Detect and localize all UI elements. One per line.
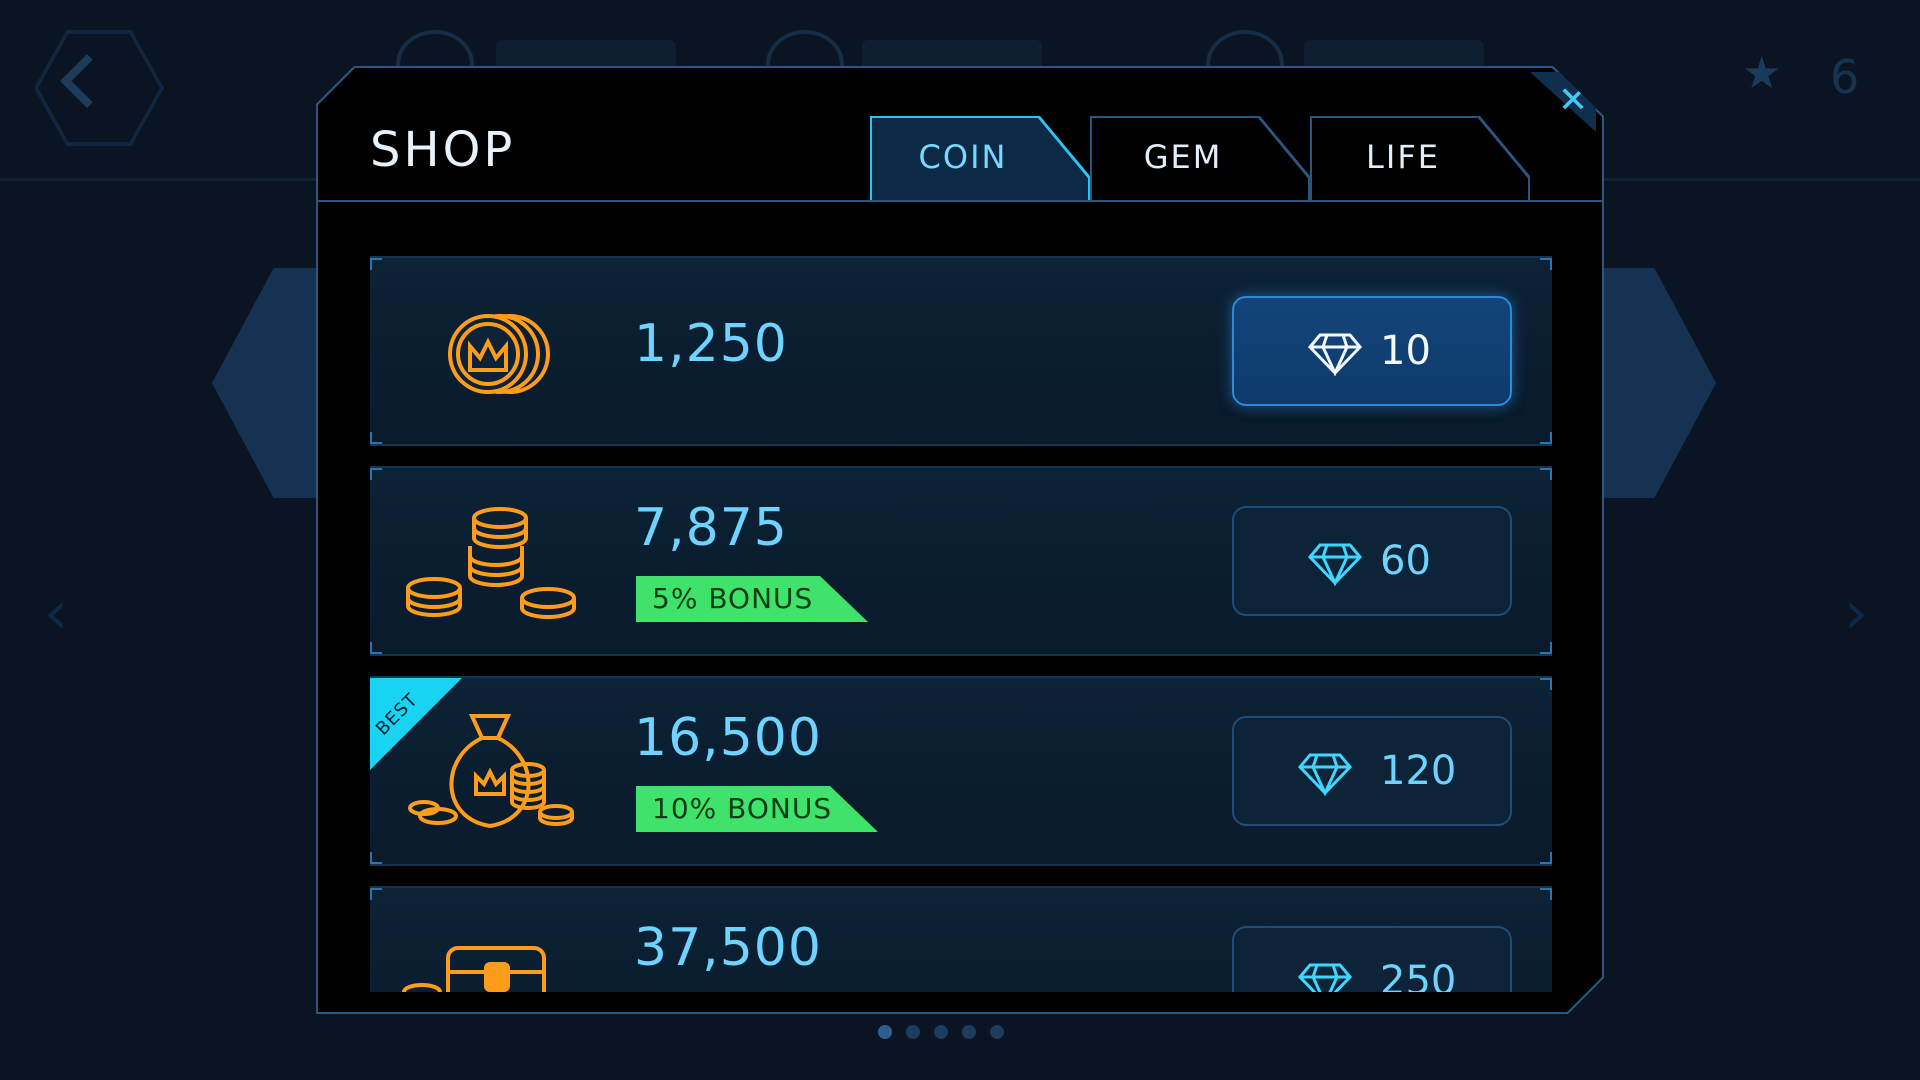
offer-row: 1,250 10	[370, 256, 1552, 446]
price-label: 250	[1380, 958, 1457, 992]
price-label: 60	[1380, 538, 1431, 584]
page-dot[interactable]	[990, 1025, 1004, 1039]
tab-coin[interactable]: COIN	[870, 116, 1090, 200]
star-icon: ★	[1742, 48, 1782, 99]
diamond-icon	[1308, 543, 1362, 586]
price-label: 10	[1380, 328, 1431, 374]
page-indicator	[878, 1024, 1018, 1043]
buy-button[interactable]: 60	[1232, 506, 1512, 616]
offer-list[interactable]: 1,250 10 7,875 5% BONUS 60 BEST 16,500 1…	[370, 256, 1552, 992]
chevron-left-icon: ‹	[44, 578, 68, 648]
diamond-icon	[1298, 963, 1352, 992]
buy-button[interactable]: 10	[1232, 296, 1512, 406]
diamond-icon	[1298, 753, 1352, 796]
shop-title: SHOP	[370, 122, 516, 178]
tab-gem[interactable]: GEM	[1090, 116, 1310, 200]
diamond-icon	[1308, 333, 1362, 376]
bonus-tag: 5% BONUS	[636, 576, 868, 622]
offer-row: 7,875 5% BONUS 60	[370, 466, 1552, 656]
header-divider	[318, 200, 1602, 202]
chevron-right-icon: ›	[1844, 578, 1868, 648]
coin-piles-icon	[406, 507, 576, 619]
tab-label: LIFE	[1366, 138, 1440, 176]
offer-row: BEST 16,500 10% BONUS 120	[370, 676, 1552, 866]
tab-label: COIN	[918, 138, 1008, 176]
buy-button[interactable]: 120	[1232, 716, 1512, 826]
buy-button[interactable]: 250	[1232, 926, 1512, 992]
tab-life[interactable]: LIFE	[1310, 116, 1530, 200]
coin-amount: 37,500	[634, 918, 822, 978]
price-label: 120	[1380, 748, 1457, 794]
coin-amount: 7,875	[634, 498, 788, 558]
tab-label: GEM	[1143, 138, 1223, 176]
page-dot[interactable]	[906, 1025, 920, 1039]
page-dot[interactable]	[962, 1025, 976, 1039]
offer-row: 37,500 250	[370, 886, 1552, 992]
bonus-tag: 10% BONUS	[636, 786, 878, 832]
page-dot[interactable]	[934, 1025, 948, 1039]
treasure-chest-icon	[402, 946, 546, 992]
shop-panel: SHOP COIN GEM LIFE 1,250 10 7,875 5% BON…	[316, 66, 1604, 1014]
page-dot[interactable]	[878, 1025, 892, 1039]
coin-amount: 16,500	[634, 708, 822, 768]
coin-stack-icon	[448, 314, 550, 394]
coin-bag-icon	[408, 714, 574, 829]
level-number: 6	[1830, 50, 1860, 104]
coin-amount: 1,250	[634, 314, 788, 374]
